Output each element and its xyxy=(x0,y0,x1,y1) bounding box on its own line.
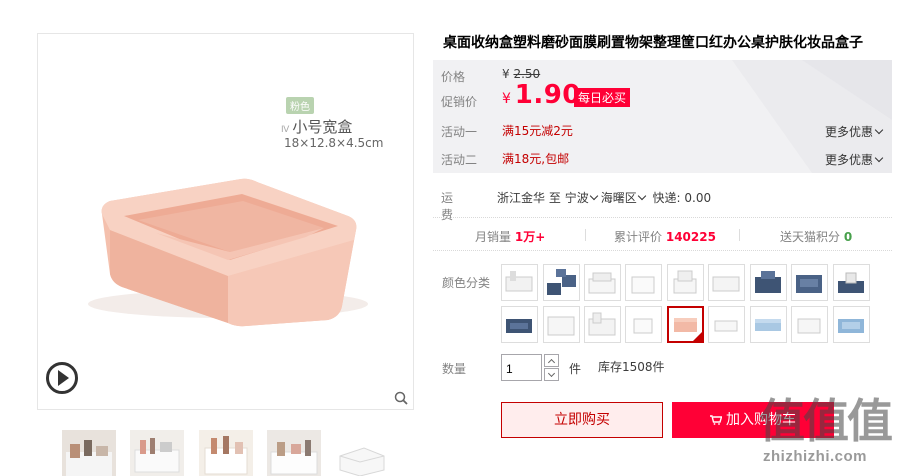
thumbnail-1[interactable] xyxy=(62,430,116,476)
quantity-input[interactable]: 1 xyxy=(501,354,542,381)
color-option[interactable] xyxy=(543,306,580,343)
activity-2-label: 活动二 xyxy=(441,153,478,167)
quantity-decrease-button[interactable] xyxy=(544,368,559,381)
color-option[interactable] xyxy=(833,264,870,301)
quantity-unit: 件 xyxy=(569,362,582,376)
monthly-sales-label: 月销量 xyxy=(475,230,512,244)
color-option-selected[interactable] xyxy=(667,306,704,343)
thumbnail-4[interactable] xyxy=(267,430,321,476)
color-option[interactable] xyxy=(625,264,662,301)
tmall-points-value: 0 xyxy=(843,230,853,244)
promo-price: ¥ 1.90 xyxy=(502,80,581,110)
ship-to-word: 至 xyxy=(548,191,561,205)
site-watermark: 值值值 zhizhizhi.com xyxy=(749,396,914,476)
ship-from: 浙江金华 xyxy=(497,191,546,205)
product-title: 桌面收纳盒塑料磨砂面膜刷置物架整理筐口红办公桌护肤化妆品盒子 xyxy=(443,35,863,51)
cart-icon xyxy=(710,415,722,425)
activity-1-text: 满15元减2元 xyxy=(502,124,573,138)
watermark-logo: 值值值 xyxy=(759,394,893,448)
promo-price-label: 促销价 xyxy=(441,95,478,109)
thumbnail-3[interactable] xyxy=(199,430,253,476)
color-option[interactable] xyxy=(584,306,621,343)
thumbnail-5[interactable] xyxy=(334,430,388,476)
size-title-text: 小号宽盒 xyxy=(292,118,353,136)
color-option[interactable] xyxy=(833,306,870,343)
color-option[interactable] xyxy=(584,264,621,301)
promo-price-currency: ¥ xyxy=(502,91,511,107)
color-option[interactable] xyxy=(501,306,538,343)
watermark-url: zhizhizhi.com xyxy=(763,448,867,465)
activity-2-more-text: 更多优惠 xyxy=(824,153,873,167)
chevron-down-icon xyxy=(637,191,646,201)
ship-district-select[interactable]: 海曙区 xyxy=(601,191,649,205)
activity-1-more-text: 更多优惠 xyxy=(824,125,873,139)
tmall-points-label: 送天猫积分 xyxy=(780,230,841,244)
ship-district: 海曙区 xyxy=(600,191,637,205)
daily-must-buy-badge: 每日必买 xyxy=(574,88,631,107)
sales-stats: 月销量 1万+ 累计评价 140225 送天猫积分 0 xyxy=(433,217,892,251)
color-option[interactable] xyxy=(750,264,787,301)
activity-2-more-link[interactable]: 更多优惠 xyxy=(824,151,884,168)
total-reviews[interactable]: 累计评价 140225 xyxy=(614,228,716,245)
stats-divider xyxy=(585,229,586,241)
tmall-points: 送天猫积分 0 xyxy=(780,228,852,245)
ship-express: 快递: 0.00 xyxy=(652,191,712,205)
stats-divider xyxy=(739,229,740,241)
chevron-down-icon xyxy=(874,125,884,135)
color-option[interactable] xyxy=(708,264,745,301)
original-price-currency: ¥ xyxy=(502,67,510,81)
color-option[interactable] xyxy=(750,306,787,343)
size-dimensions: 18×12.8×4.5cm xyxy=(284,136,384,150)
quantity-label: 数量 xyxy=(442,362,467,376)
monthly-sales: 月销量 1万+ xyxy=(475,228,545,245)
color-option[interactable] xyxy=(791,264,828,301)
play-video-icon[interactable] xyxy=(46,362,78,394)
chevron-down-icon xyxy=(874,153,884,163)
color-option[interactable] xyxy=(543,264,580,301)
monthly-sales-value: 1万+ xyxy=(514,230,546,244)
storage-box-illustration xyxy=(88,178,368,327)
color-tag: 粉色 xyxy=(286,97,314,114)
thumbnail-2[interactable] xyxy=(130,430,184,476)
color-option[interactable] xyxy=(625,306,662,343)
color-option[interactable] xyxy=(791,306,828,343)
chevron-down-icon xyxy=(589,191,598,201)
ship-city-select[interactable]: 宁波 xyxy=(565,191,601,205)
total-reviews-value: 140225 xyxy=(665,230,716,244)
color-category-label: 颜色分类 xyxy=(442,276,491,290)
total-reviews-label: 累计评价 xyxy=(614,230,663,244)
original-price: ¥ 2.50 xyxy=(502,67,540,81)
activity-2-text: 满18元,包邮 xyxy=(502,152,570,166)
zoom-icon[interactable] xyxy=(394,391,408,405)
price-panel: 价格 ¥ 2.50 促销价 ¥ 1.90 每日必买 活动一 满15元减2元 更多… xyxy=(433,60,892,173)
size-prefix: Ⅳ xyxy=(281,125,290,135)
price-label: 价格 xyxy=(441,70,466,84)
buy-now-button[interactable]: 立即购买 xyxy=(501,402,663,438)
size-title: Ⅳ 小号宽盒 xyxy=(281,116,352,137)
ship-city: 宁波 xyxy=(564,191,589,205)
activity-1-label: 活动一 xyxy=(441,125,478,139)
promo-price-value: 1.90 xyxy=(514,80,581,110)
main-product-image[interactable]: 粉色 Ⅳ 小号宽盒 18×12.8×4.5cm xyxy=(37,33,414,410)
color-option[interactable] xyxy=(501,264,538,301)
quantity-increase-button[interactable] xyxy=(544,354,559,367)
activity-1-more-link[interactable]: 更多优惠 xyxy=(824,123,884,140)
original-price-value: 2.50 xyxy=(513,67,541,81)
shipping-info: 浙江金华 至 宁波 海曙区 快递: 0.00 xyxy=(497,189,711,206)
stock-count: 库存1508件 xyxy=(598,360,665,374)
color-option[interactable] xyxy=(667,264,704,301)
color-option[interactable] xyxy=(708,306,745,343)
